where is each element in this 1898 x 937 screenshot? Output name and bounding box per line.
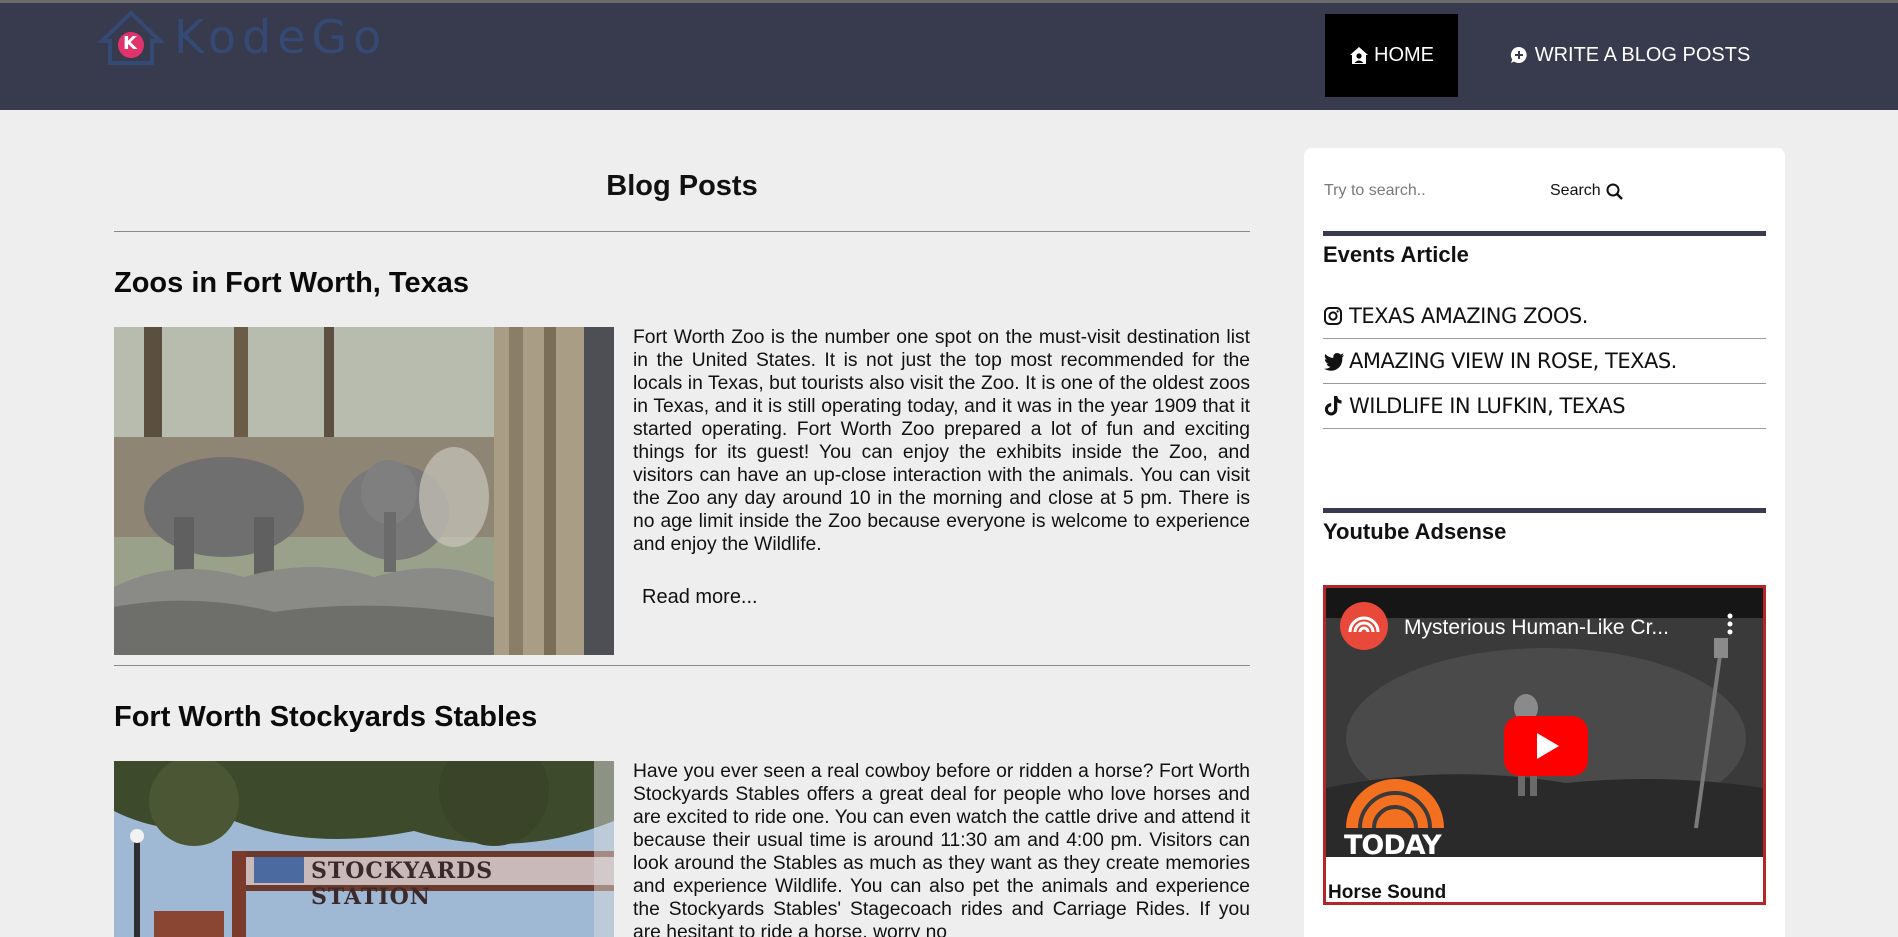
instagram-icon xyxy=(1323,305,1345,327)
video-title[interactable]: Mysterious Human-Like Cr... xyxy=(1404,616,1669,640)
post-excerpt: Fort Worth Zoo is the number one spot on… xyxy=(633,327,1250,555)
twitter-icon xyxy=(1323,350,1345,372)
nav-write-blog-button[interactable]: WRITE A BLOG POSTS xyxy=(1500,14,1760,97)
video-caption-bar: Horse Sound xyxy=(1326,857,1763,903)
post-image-stockyards[interactable]: STOCKYARDS STATION xyxy=(114,761,614,937)
nav-write-label: WRITE A BLOG POSTS xyxy=(1534,44,1751,66)
divider xyxy=(114,231,1250,232)
logo-house-icon: K xyxy=(98,7,164,67)
section-divider xyxy=(1323,508,1766,513)
stockyards-sign-text: STOCKYARDS STATION xyxy=(311,858,494,910)
sidebar: Search Events Article Texas Amazing Zoos… xyxy=(1304,148,1785,937)
logo-text: KodeGo xyxy=(174,10,388,64)
search-icon xyxy=(1606,183,1623,200)
post-title[interactable]: Zoos in Fort Worth, Texas xyxy=(114,267,469,300)
site-header: K KodeGo HOME WRITE A BLOG POSTS xyxy=(0,3,1898,110)
nav-home-button[interactable]: HOME xyxy=(1325,14,1458,97)
post-title[interactable]: Fort Worth Stockyards Stables xyxy=(114,701,537,734)
home-user-icon xyxy=(1349,46,1369,66)
events-title: Events Article xyxy=(1323,242,1469,267)
youtube-section-title: Youtube Adsense xyxy=(1323,519,1507,544)
event-link[interactable]: Wildlife in Lufkin, Texas xyxy=(1323,384,1766,429)
tiktok-icon xyxy=(1323,395,1345,417)
page-title: Blog Posts xyxy=(606,170,758,202)
site-logo[interactable]: K KodeGo xyxy=(98,7,387,67)
search-button-label: Search xyxy=(1550,182,1601,199)
divider xyxy=(114,665,1250,666)
section-divider xyxy=(1323,231,1766,236)
video-caption: Horse Sound xyxy=(1328,882,1447,903)
today-logo: TODAY xyxy=(1344,778,1446,865)
channel-avatar[interactable] xyxy=(1340,602,1388,655)
more-options-icon[interactable] xyxy=(1726,612,1734,641)
event-label: Wildlife in Lufkin, Texas xyxy=(1349,394,1626,418)
read-more-link[interactable]: Read more... xyxy=(642,586,758,609)
event-link[interactable]: Amazing View in Rose, Texas. xyxy=(1323,339,1766,384)
post-image-elephants[interactable] xyxy=(114,327,614,655)
event-link[interactable]: Texas Amazing Zoos. xyxy=(1323,294,1766,339)
comment-add-icon xyxy=(1510,46,1530,66)
logo-letter: K xyxy=(123,33,137,54)
event-label: Amazing View in Rose, Texas. xyxy=(1349,349,1677,373)
search-button[interactable]: Search xyxy=(1550,178,1623,204)
youtube-play-icon[interactable] xyxy=(1504,716,1588,781)
youtube-embed[interactable]: Mysterious Human-Like Cr... TODAY Horse … xyxy=(1323,585,1766,905)
search-input[interactable] xyxy=(1324,178,1524,204)
nav-home-label: HOME xyxy=(1374,44,1434,66)
post-excerpt: Have you ever seen a real cowboy before … xyxy=(633,761,1250,937)
event-label: Texas Amazing Zoos. xyxy=(1349,304,1588,328)
